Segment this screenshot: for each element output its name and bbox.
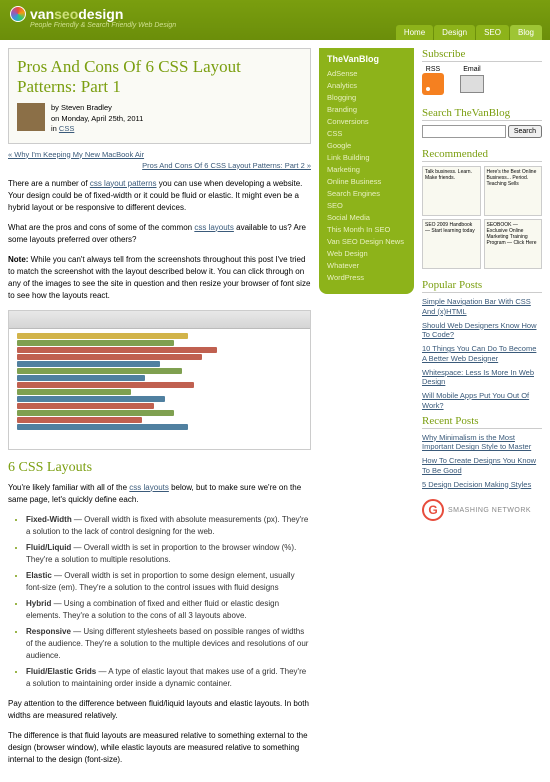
smashing-icon: G bbox=[422, 499, 444, 521]
list-item: Hybrid — Using a combination of fixed an… bbox=[26, 598, 311, 622]
ad-tile[interactable]: SEOBOOK — Exclusive Online Marketing Tra… bbox=[484, 219, 543, 269]
popular-link[interactable]: 10 Things You Can Do To Become A Better … bbox=[422, 344, 542, 364]
top-nav: HomeDesignSEOBlog bbox=[395, 25, 542, 40]
sidebar-title: TheVanBlog bbox=[327, 54, 406, 64]
popular-link[interactable]: Simple Navigation Bar With CSS And (x)HT… bbox=[422, 297, 542, 317]
ad-grid: Talk business. Learn. Make friends.Here'… bbox=[422, 166, 542, 269]
body-link[interactable]: css layouts bbox=[129, 483, 169, 492]
sidebar-item[interactable]: WordPress bbox=[327, 272, 406, 284]
logo[interactable]: vanseodesign bbox=[10, 6, 540, 22]
popular-link[interactable]: Should Web Designers Know How To Code? bbox=[422, 321, 542, 341]
nav-seo[interactable]: SEO bbox=[476, 25, 509, 40]
rss-link[interactable]: RSS bbox=[422, 66, 444, 97]
nav-blog[interactable]: Blog bbox=[510, 25, 542, 40]
search-input[interactable] bbox=[422, 125, 506, 138]
subscribe-heading: Subscribe bbox=[422, 48, 542, 62]
list-item: Fluid/Elastic Grids — A type of elastic … bbox=[26, 666, 311, 690]
sidebar-item[interactable]: Web Design bbox=[327, 248, 406, 260]
body-link[interactable]: css layout patterns bbox=[90, 179, 157, 188]
recent-heading: Recent Posts bbox=[422, 415, 542, 429]
ad-tile[interactable]: Here's the Best Online Business... Perio… bbox=[484, 166, 543, 216]
sidebar-item[interactable]: CSS bbox=[327, 128, 406, 140]
sidebar-item[interactable]: SEO bbox=[327, 200, 406, 212]
category-link[interactable]: CSS bbox=[59, 124, 74, 133]
category-sidebar: TheVanBlog AdSenseAnalyticsBloggingBrand… bbox=[319, 48, 414, 294]
avatar bbox=[17, 103, 45, 131]
popular-list: Simple Navigation Bar With CSS And (x)HT… bbox=[422, 297, 542, 411]
ad-tile[interactable]: SEO 2009 Handbook — Start learning today bbox=[422, 219, 481, 269]
nav-design[interactable]: Design bbox=[434, 25, 475, 40]
next-post-link[interactable]: Pros And Cons Of 6 CSS Layout Patterns: … bbox=[8, 161, 311, 170]
recent-link[interactable]: 5 Design Decision Making Styles bbox=[422, 480, 542, 490]
sidebar-item[interactable]: Blogging bbox=[327, 92, 406, 104]
sidebar-item[interactable]: Google bbox=[327, 140, 406, 152]
popular-link[interactable]: Whitespace: Less Is More In Web Design bbox=[422, 368, 542, 388]
article-header: Pros And Cons Of 6 CSS Layout Patterns: … bbox=[8, 48, 311, 144]
sidebar-item[interactable]: Social Media bbox=[327, 212, 406, 224]
sidebar-item[interactable]: AdSense bbox=[327, 68, 406, 80]
ad-tile[interactable]: Talk business. Learn. Make friends. bbox=[422, 166, 481, 216]
smashing-badge[interactable]: G SMASHING NETWORK bbox=[422, 499, 542, 521]
rss-icon bbox=[422, 73, 444, 95]
mail-icon bbox=[460, 75, 484, 93]
nav-home[interactable]: Home bbox=[396, 25, 433, 40]
screenshot[interactable] bbox=[8, 310, 311, 450]
recent-list: Why Minimalism is the Most Important Des… bbox=[422, 433, 542, 490]
page-title: Pros And Cons Of 6 CSS Layout Patterns: … bbox=[17, 57, 302, 97]
byline: by Steven Bradley on Monday, April 25th,… bbox=[51, 103, 143, 135]
section-heading: 6 CSS Layouts bbox=[8, 460, 311, 476]
list-item: Responsive — Using different stylesheets… bbox=[26, 626, 311, 662]
post-nav: « Why I'm Keeping My New MacBook Air Pro… bbox=[8, 150, 311, 170]
logo-text: vanseodesign bbox=[30, 6, 123, 22]
sidebar-item[interactable]: Online Business bbox=[327, 176, 406, 188]
recent-link[interactable]: Why Minimalism is the Most Important Des… bbox=[422, 433, 542, 453]
sidebar-item[interactable]: Marketing bbox=[327, 164, 406, 176]
sidebar-item[interactable]: Branding bbox=[327, 104, 406, 116]
recommended-heading: Recommended bbox=[422, 148, 542, 162]
sidebar-item[interactable]: Link Building bbox=[327, 152, 406, 164]
sidebar-item[interactable]: Whatever bbox=[327, 260, 406, 272]
article-body: There are a number of css layout pattern… bbox=[8, 178, 311, 766]
list-item: Fixed-Width — Overall width is fixed wit… bbox=[26, 514, 311, 538]
prev-post-link[interactable]: « Why I'm Keeping My New MacBook Air bbox=[8, 150, 144, 159]
email-link[interactable]: Email bbox=[460, 66, 484, 97]
logo-icon bbox=[10, 6, 26, 22]
recent-link[interactable]: How To Create Designs You Know To Be Goo… bbox=[422, 456, 542, 476]
sidebar-item[interactable]: Conversions bbox=[327, 116, 406, 128]
popular-heading: Popular Posts bbox=[422, 279, 542, 293]
sidebar-item[interactable]: This Month In SEO bbox=[327, 224, 406, 236]
right-column: Subscribe RSS Email Search TheVanBlog Se… bbox=[422, 48, 542, 774]
sidebar-item[interactable]: Search Engines bbox=[327, 188, 406, 200]
search-heading: Search TheVanBlog bbox=[422, 107, 542, 121]
layout-list: Fixed-Width — Overall width is fixed wit… bbox=[26, 514, 311, 690]
sidebar-item[interactable]: Analytics bbox=[327, 80, 406, 92]
site-header: vanseodesign People Friendly & Search Fr… bbox=[0, 0, 550, 40]
sidebar-item[interactable]: Van SEO Design News bbox=[327, 236, 406, 248]
search-button[interactable]: Search bbox=[508, 125, 542, 138]
list-item: Elastic — Overall width is set in propor… bbox=[26, 570, 311, 594]
popular-link[interactable]: Will Mobile Apps Put You Out Of Work? bbox=[422, 391, 542, 411]
list-item: Fluid/Liquid — Overall width is set in p… bbox=[26, 542, 311, 566]
body-link[interactable]: css layouts bbox=[194, 223, 234, 232]
main-column: Pros And Cons Of 6 CSS Layout Patterns: … bbox=[8, 48, 311, 774]
